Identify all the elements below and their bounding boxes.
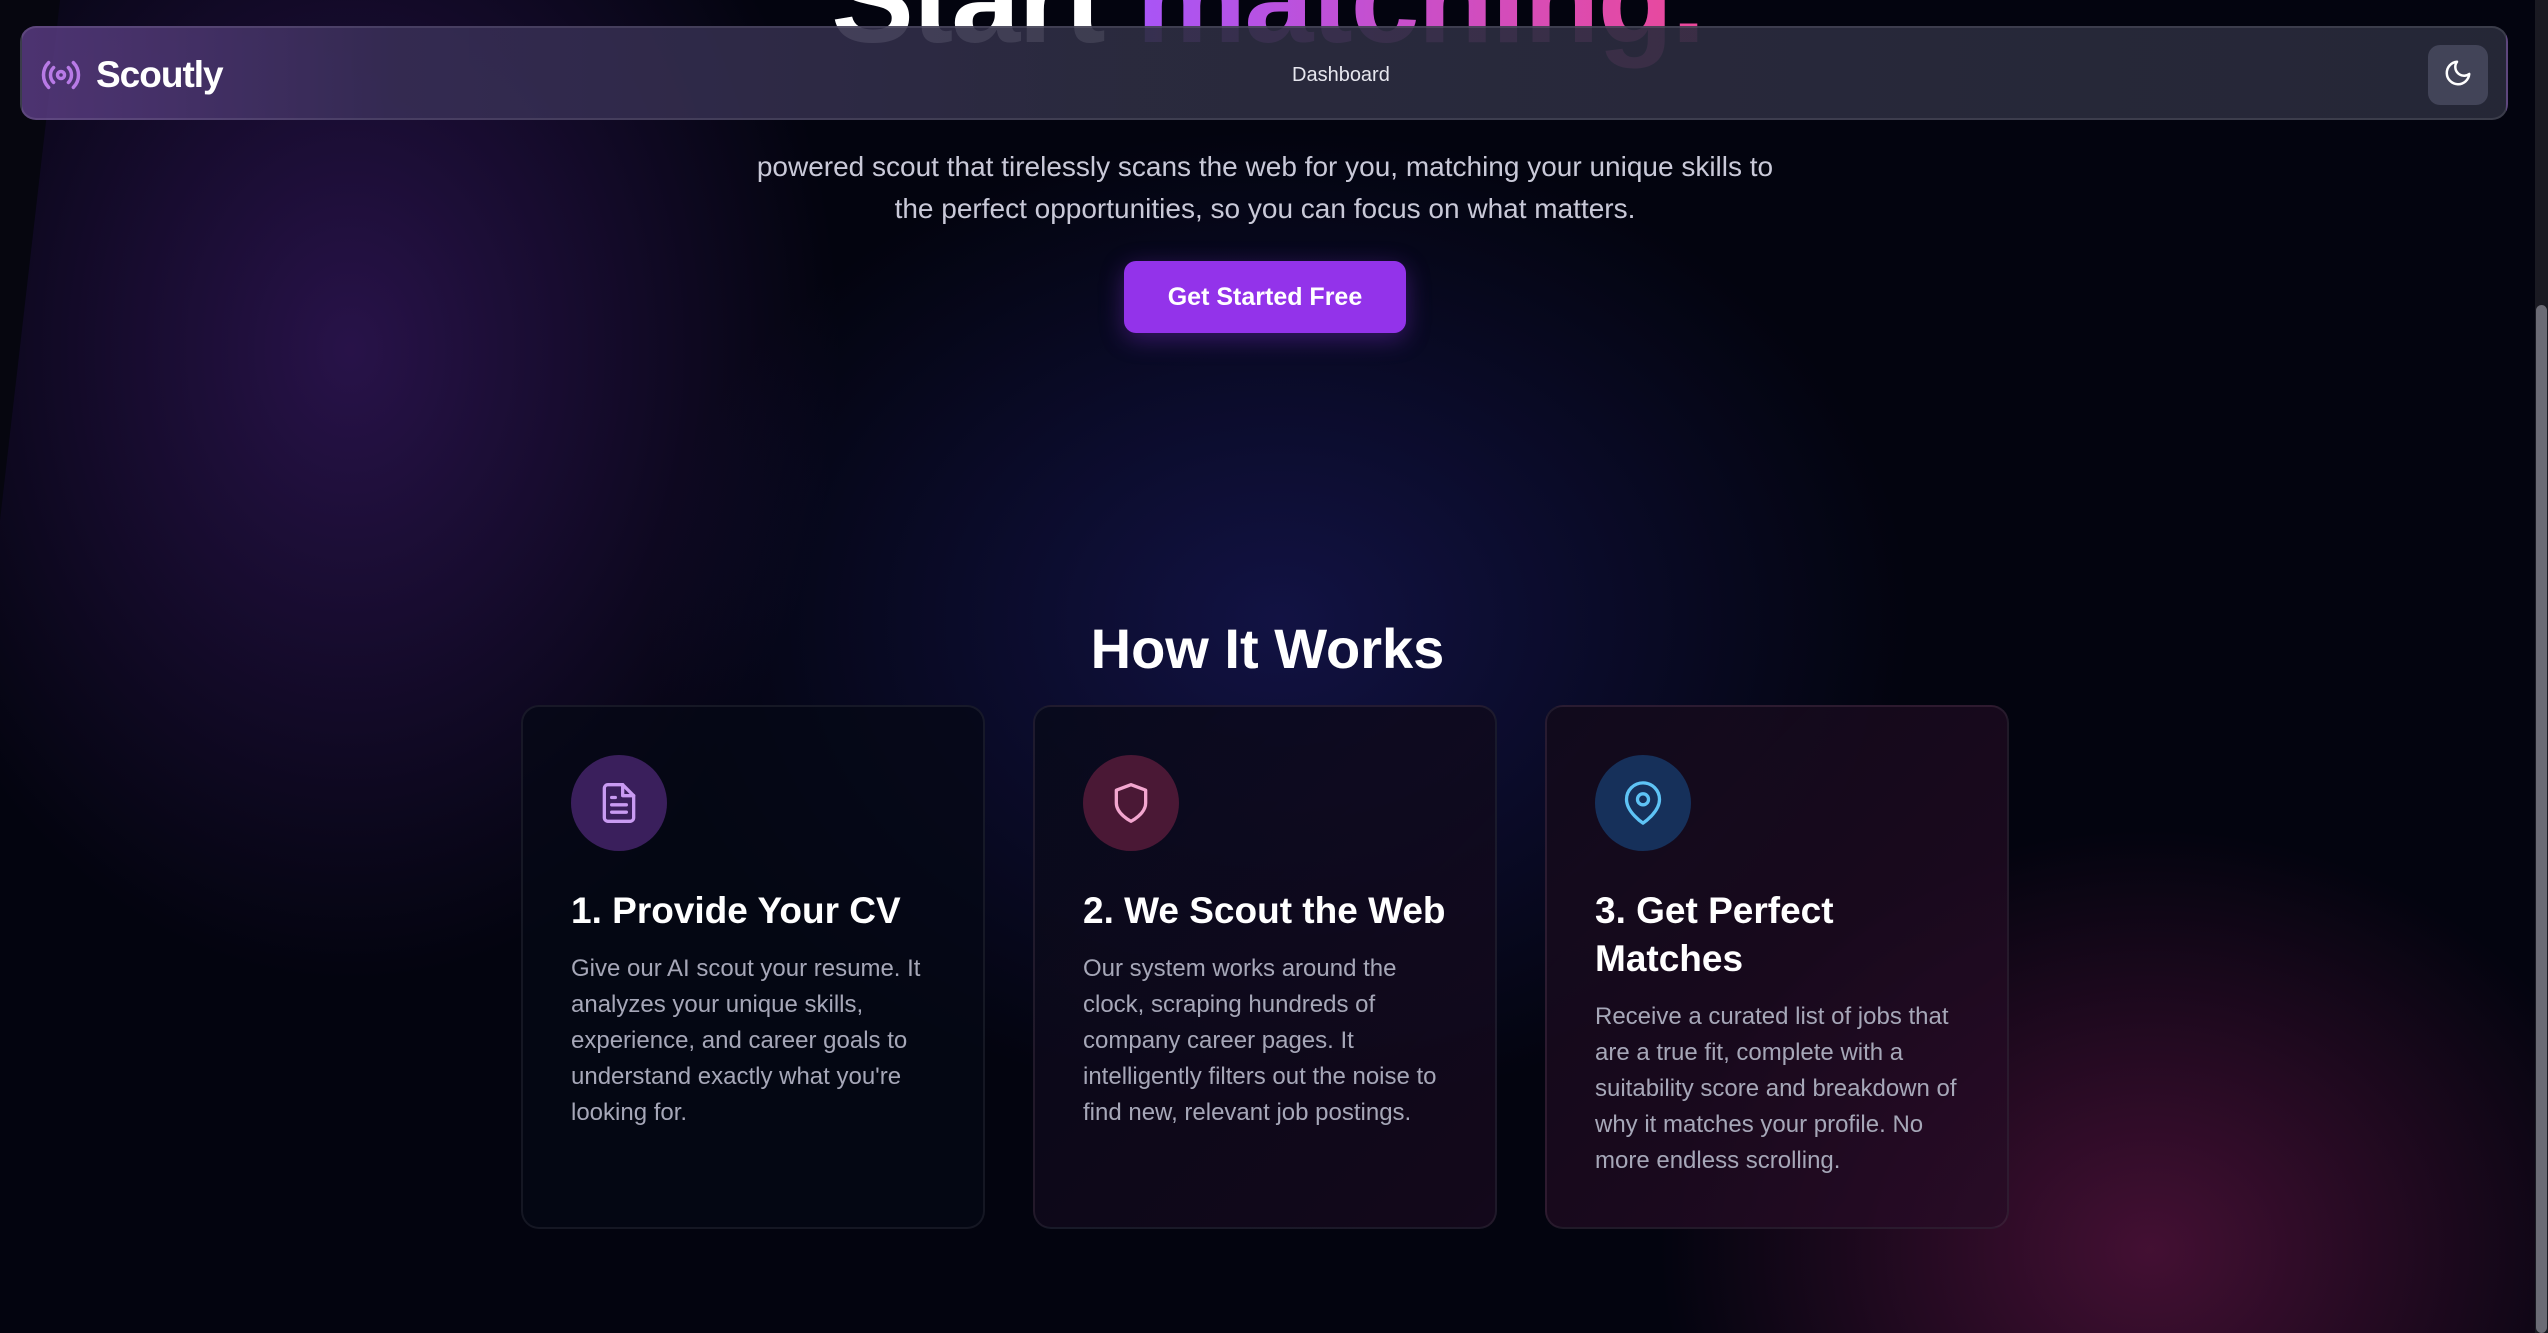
brand-name: Scoutly xyxy=(96,54,224,95)
scrollbar-thumb[interactable] xyxy=(2536,305,2547,1333)
get-started-button[interactable]: Get Started Free xyxy=(1124,261,1406,333)
map-pin-icon xyxy=(1595,755,1691,851)
step-card-title: 3. Get Perfect Matches xyxy=(1595,890,1834,979)
theme-toggle-button[interactable] xyxy=(2428,45,2488,105)
landing-page: Start matching. Scoutly Dashboard xyxy=(0,0,2548,1333)
hero-subtitle: powered scout that tirelessly scans the … xyxy=(756,151,1774,224)
step-card-perfect-matches: 3. Get Perfect Matches Receive a curated… xyxy=(1545,705,2009,1229)
radio-broadcast-icon xyxy=(40,54,82,96)
moon-icon xyxy=(2443,58,2473,93)
step-card-provide-cv: 1. Provide Your CV Give our AI scout you… xyxy=(521,705,985,1229)
step-card-text: Receive a curated list of jobs that are … xyxy=(1595,1003,1957,1174)
step-card-title: 2. We Scout the Web xyxy=(1083,890,1446,931)
step-card-text: Our system works around the clock, scrap… xyxy=(1083,955,1437,1126)
how-it-works-title: How It Works xyxy=(1090,617,1445,681)
page-scrollbar[interactable] xyxy=(2535,0,2548,1333)
step-card-scout-web: 2. We Scout the Web Our system works aro… xyxy=(1033,705,1497,1229)
step-card-title: 1. Provide Your CV xyxy=(571,890,901,931)
top-navbar: Scoutly Dashboard xyxy=(20,26,2508,120)
step-card-text: Give our AI scout your resume. It analyz… xyxy=(571,955,921,1126)
document-icon xyxy=(571,755,667,851)
nav-link-dashboard[interactable]: Dashboard xyxy=(1292,28,1390,122)
shield-icon xyxy=(1083,755,1179,851)
brand-logo[interactable]: Scoutly xyxy=(40,28,224,122)
